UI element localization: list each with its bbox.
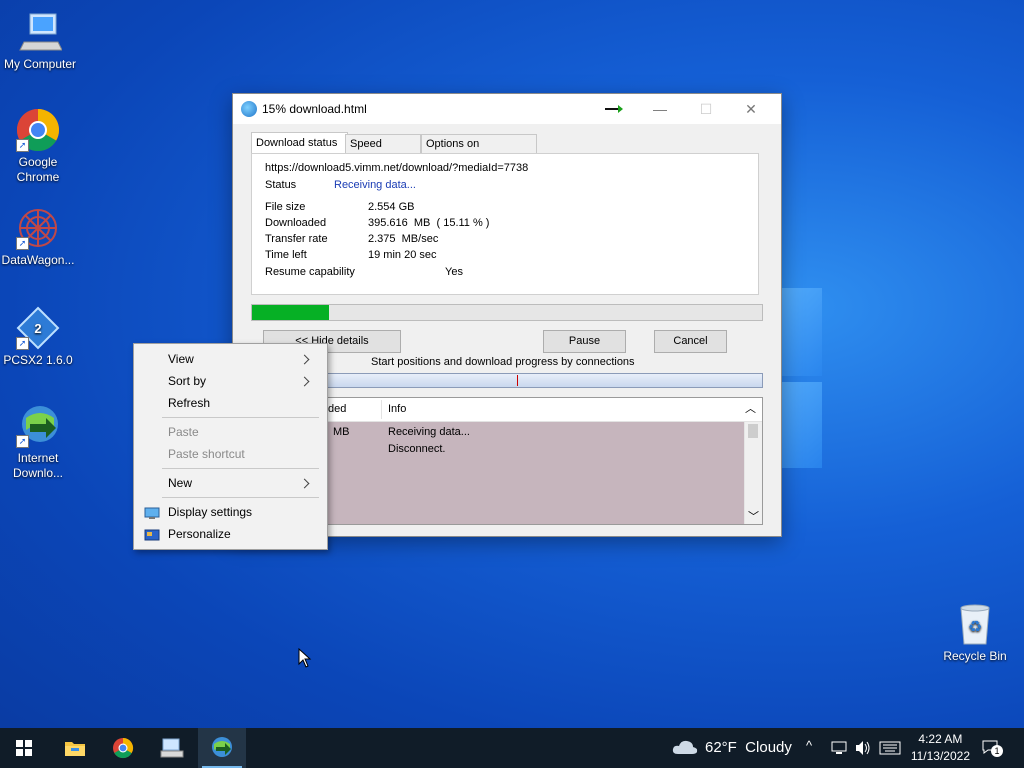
start-icon xyxy=(16,740,32,756)
datawagon-icon: ➚ xyxy=(16,206,60,250)
desktop-icon-my-computer[interactable]: My Computer xyxy=(0,10,80,72)
column-divider xyxy=(381,400,382,419)
chevron-right-icon xyxy=(299,478,310,489)
table-cell-info: Disconnect. xyxy=(388,443,446,455)
info-label-file-size: File size xyxy=(265,201,306,213)
chrome-icon xyxy=(113,737,134,759)
file-explorer-icon xyxy=(65,742,85,756)
scroll-down-icon[interactable]: ﹀ xyxy=(748,508,759,524)
chevron-right-icon xyxy=(299,376,310,387)
scroll-up-icon[interactable]: ︿ xyxy=(745,400,756,416)
recycle-bin-icon: ♻ xyxy=(953,602,997,646)
desktop-context-menu: View Sort by Refresh Paste Paste shortcu… xyxy=(133,343,328,550)
title-bar[interactable]: 15% download.html — ☐ ✕ xyxy=(233,94,781,124)
info-label-resume-capability: Resume capability xyxy=(265,266,355,278)
taskbar-file-explorer[interactable] xyxy=(50,728,98,768)
menu-item-sort-by[interactable]: Sort by xyxy=(168,371,318,391)
tab-download-status[interactable]: Download status xyxy=(251,132,348,154)
download-status-panel: https://download5.vimm.net/download/?med… xyxy=(251,153,759,295)
scroll-thumb[interactable] xyxy=(748,424,758,438)
menu-item-display-settings[interactable]: Display settings xyxy=(168,502,252,522)
volume-icon[interactable] xyxy=(854,740,872,756)
info-label-time-left: Time left xyxy=(265,249,307,261)
tab-speed-limiter[interactable]: Speed Limiter xyxy=(345,134,421,169)
info-value-transfer-rate: 2.375 MB/sec xyxy=(368,233,439,245)
weather-text[interactable]: 62°F Cloudy xyxy=(705,739,792,756)
keyboard-app-icon xyxy=(160,738,184,758)
connection-marker xyxy=(517,375,518,386)
taskbar-internet-download-manager[interactable] xyxy=(198,728,246,768)
notification-count-badge: 1 xyxy=(991,745,1003,757)
cloud-icon[interactable] xyxy=(672,738,698,756)
desktop-icon-internet-download-manager[interactable]: ➚ Internet Downlo... xyxy=(0,404,78,481)
menu-item-paste: Paste xyxy=(168,425,199,439)
shortcut-arrow-icon: ➚ xyxy=(16,139,29,152)
menu-item-personalize[interactable]: Personalize xyxy=(168,524,231,544)
internet-download-manager-icon: ➚ xyxy=(16,404,60,448)
column-header-downloaded[interactable]: ded xyxy=(328,403,346,415)
desktop-icon-pcsx2[interactable]: 2 ➚ PCSX2 1.6.0 xyxy=(0,306,78,368)
table-vertical-scrollbar[interactable]: ﹀ xyxy=(744,422,762,524)
menu-separator xyxy=(162,417,319,418)
desktop-icon-recycle-bin[interactable]: ♻ Recycle Bin xyxy=(935,602,1015,664)
notification-center-button[interactable]: 1 xyxy=(976,736,1006,762)
personalize-icon xyxy=(144,529,160,541)
display-icon xyxy=(144,507,160,519)
download-progress-fill xyxy=(252,305,330,320)
connections-caption: Start positions and download progress by… xyxy=(371,356,635,368)
shortcut-arrow-icon: ➚ xyxy=(16,337,29,350)
pause-button[interactable]: Pause xyxy=(543,330,626,353)
computer-icon xyxy=(18,10,63,54)
shortcut-arrow-icon: ➚ xyxy=(16,237,29,250)
keyboard-icon[interactable] xyxy=(879,741,901,755)
clock-time: 4:22 AM xyxy=(918,732,963,746)
chrome-icon: ➚ xyxy=(16,108,60,152)
menu-item-refresh[interactable]: Refresh xyxy=(168,393,210,413)
info-value-time-left: 19 min 20 sec xyxy=(368,249,437,261)
info-value-downloaded: 395.616 MB ( 15.11 % ) xyxy=(368,217,490,229)
download-arrow-icon xyxy=(605,105,623,113)
chevron-up-icon[interactable]: ^ xyxy=(806,738,812,753)
internet-download-manager-icon xyxy=(212,737,232,757)
status-value: Receiving data... xyxy=(334,179,416,191)
menu-separator xyxy=(162,468,319,469)
start-button[interactable] xyxy=(0,728,48,768)
info-label-downloaded: Downloaded xyxy=(265,217,327,229)
svg-text:♻: ♻ xyxy=(968,617,982,636)
minimize-button[interactable]: — xyxy=(645,98,675,120)
desktop-icon-google-chrome[interactable]: ➚ Google Chrome xyxy=(0,108,78,185)
cancel-button[interactable]: Cancel xyxy=(654,330,727,353)
menu-item-view[interactable]: View xyxy=(168,349,318,369)
info-label-transfer-rate: Transfer rate xyxy=(265,233,328,245)
system-clock[interactable]: 4:22 AM 11/13/2022 xyxy=(911,731,970,765)
status-label: Status xyxy=(265,179,297,191)
taskbar-chrome[interactable] xyxy=(99,728,147,768)
menu-separator xyxy=(162,497,319,498)
menu-item-new[interactable]: New xyxy=(168,473,318,493)
tab-options-on-completion[interactable]: Options on completion xyxy=(421,134,537,169)
window-title: 15% download.html xyxy=(262,102,367,116)
desktop-icon-datawagon[interactable]: ➚ DataWagon... xyxy=(0,206,78,268)
network-icon[interactable] xyxy=(830,740,848,756)
table-header: ded Info ︿ xyxy=(252,398,762,422)
download-progress-bar xyxy=(251,304,763,321)
chevron-right-icon xyxy=(299,354,310,365)
svg-text:2: 2 xyxy=(34,321,41,336)
pcsx2-icon: 2 ➚ xyxy=(16,306,60,350)
taskbar: 62°F Cloudy ^ 4:22 AM 11/13/2022 1 xyxy=(0,728,1024,768)
mouse-cursor-icon xyxy=(298,648,312,668)
table-cell-info: Receiving data... xyxy=(388,426,470,438)
close-button[interactable]: ✕ xyxy=(736,98,766,120)
info-value-file-size: 2.554 GB xyxy=(368,201,415,213)
shortcut-arrow-icon: ➚ xyxy=(16,435,29,448)
idm-title-icon xyxy=(241,101,257,117)
column-header-info[interactable]: Info xyxy=(388,403,406,415)
info-value-resume-capability: Yes xyxy=(445,266,463,278)
table-cell-downloaded: MB xyxy=(333,426,350,438)
menu-item-paste-shortcut: Paste shortcut xyxy=(168,447,245,461)
clock-date: 11/13/2022 xyxy=(910,749,970,763)
download-url: https://download5.vimm.net/download/?med… xyxy=(265,162,529,174)
taskbar-keyboard-app[interactable] xyxy=(148,728,196,768)
maximize-button[interactable]: ☐ xyxy=(691,98,721,120)
